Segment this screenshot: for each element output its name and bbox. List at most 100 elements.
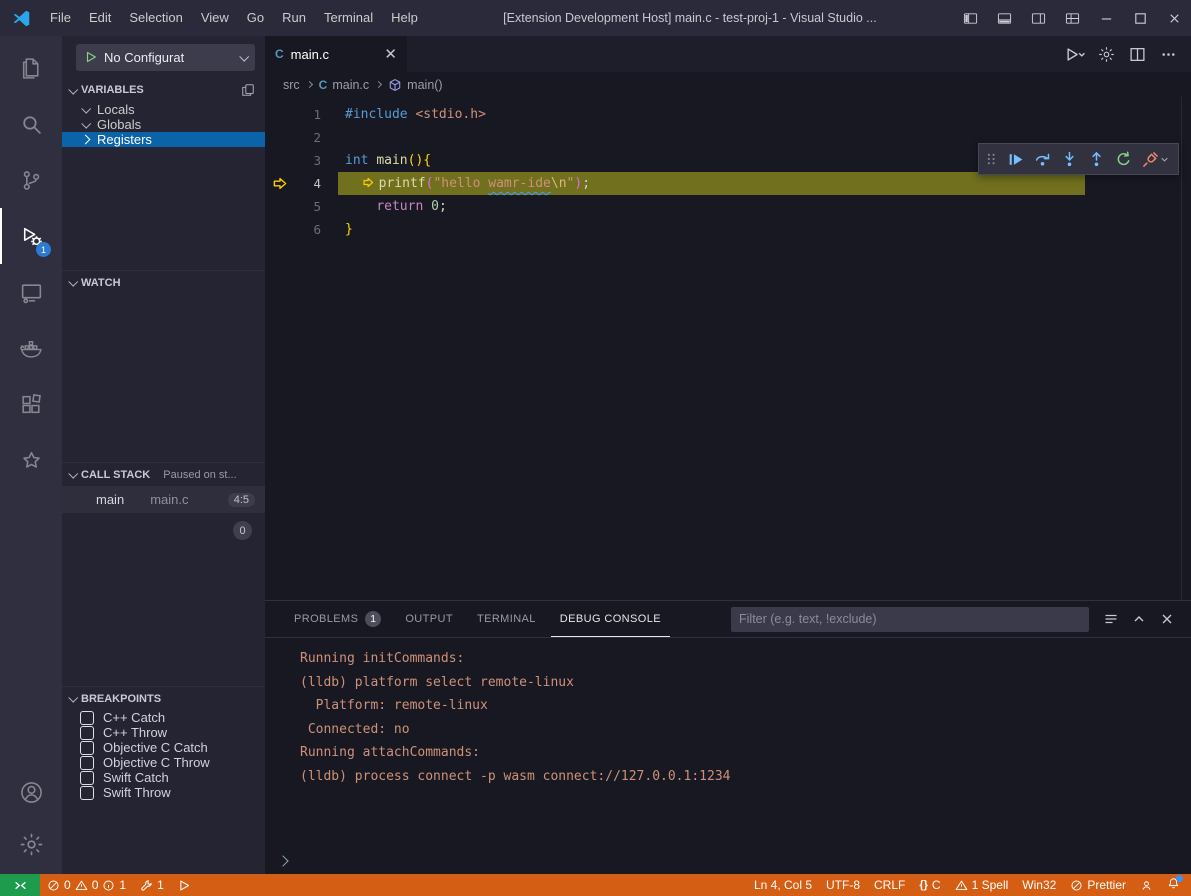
- console-filter-input[interactable]: [739, 612, 1081, 626]
- breakpoints-header[interactable]: BREAKPOINTS: [62, 686, 265, 710]
- toggle-panel-button[interactable]: [987, 0, 1021, 36]
- breakpoint-row-swift-throw[interactable]: Swift Throw: [62, 785, 265, 800]
- restart-button[interactable]: [1111, 147, 1136, 171]
- feedback-status[interactable]: [1133, 874, 1160, 896]
- filter-lines-icon[interactable]: [1103, 611, 1119, 627]
- remote-indicator[interactable]: [0, 874, 40, 896]
- checkbox[interactable]: [80, 741, 94, 755]
- run-or-debug-button[interactable]: [1063, 42, 1088, 67]
- spell-checker-status[interactable]: 1 Spell: [948, 874, 1016, 896]
- menu-run[interactable]: Run: [273, 0, 315, 36]
- panel-tab-problems[interactable]: PROBLEMS1: [285, 601, 390, 637]
- more-actions-button[interactable]: [1156, 42, 1181, 67]
- activity-search[interactable]: [0, 96, 62, 152]
- maximize-button[interactable]: [1123, 0, 1157, 36]
- step-out-button[interactable]: [1084, 147, 1109, 171]
- copy-icon[interactable]: [241, 83, 255, 97]
- debug-console-prompt[interactable]: [265, 848, 1191, 874]
- maximize-panel-icon[interactable]: [1131, 611, 1147, 627]
- activity-source-control[interactable]: [0, 152, 62, 208]
- checkbox[interactable]: [80, 786, 94, 800]
- platform-status[interactable]: Win32: [1015, 874, 1063, 896]
- activity-settings[interactable]: [0, 818, 62, 870]
- panel-tab-output[interactable]: OUTPUT: [396, 601, 462, 637]
- tab-close-icon[interactable]: ✕: [384, 47, 397, 62]
- checkbox[interactable]: [80, 771, 94, 785]
- cursor-position[interactable]: Ln 4, Col 5: [747, 874, 819, 896]
- variables-row-locals[interactable]: Locals: [62, 102, 265, 117]
- activity-run-and-debug[interactable]: 1: [0, 208, 62, 264]
- gutter-glyph-margin[interactable]: [265, 195, 295, 218]
- launch-status[interactable]: [171, 874, 198, 896]
- menu-selection[interactable]: Selection: [120, 0, 191, 36]
- encoding-status[interactable]: UTF-8: [819, 874, 867, 896]
- breakpoint-row-swift-catch[interactable]: Swift Catch: [62, 770, 265, 785]
- breakpoint-row-c-catch[interactable]: C++ Catch: [62, 710, 265, 725]
- continue-button[interactable]: [1003, 147, 1028, 171]
- split-editor-button[interactable]: [1125, 42, 1150, 67]
- minimize-button[interactable]: [1089, 0, 1123, 36]
- menu-view[interactable]: View: [192, 0, 238, 36]
- disconnect-button[interactable]: [1138, 147, 1173, 171]
- tasks-status[interactable]: 1: [133, 874, 171, 896]
- toggle-secondary-sidebar-button[interactable]: [1021, 0, 1055, 36]
- code-line-5[interactable]: 5 return 0;: [265, 195, 1191, 218]
- editor-scrollbar[interactable]: [1181, 97, 1191, 600]
- breakpoint-row-objective-c-catch[interactable]: Objective C Catch: [62, 740, 265, 755]
- problems-status[interactable]: 0 0 1: [40, 874, 133, 896]
- variables-header[interactable]: VARIABLES: [62, 78, 265, 102]
- breadcrumb-src[interactable]: src: [283, 78, 300, 92]
- call-stack-header[interactable]: CALL STACK Paused on st...: [62, 462, 265, 486]
- breadcrumb-file[interactable]: Cmain.c: [319, 78, 370, 92]
- gutter-glyph-margin[interactable]: [265, 126, 295, 149]
- toggle-primary-sidebar-button[interactable]: [953, 0, 987, 36]
- menu-terminal[interactable]: Terminal: [315, 0, 382, 36]
- code-line-1[interactable]: 1#include <stdio.h>: [265, 103, 1191, 126]
- close-panel-icon[interactable]: [1159, 611, 1175, 627]
- breakpoint-row-objective-c-throw[interactable]: Objective C Throw: [62, 755, 265, 770]
- activity-explorer[interactable]: [0, 40, 62, 96]
- drag-handle-icon[interactable]: [984, 151, 999, 167]
- activity-extensions[interactable]: [0, 376, 62, 432]
- checkbox[interactable]: [80, 711, 94, 725]
- watch-header[interactable]: WATCH: [62, 270, 265, 294]
- variables-row-globals[interactable]: Globals: [62, 117, 265, 132]
- editor-surface[interactable]: 1#include <stdio.h>23int main(){4 printf…: [265, 97, 1191, 600]
- checkbox[interactable]: [80, 726, 94, 740]
- menu-go[interactable]: Go: [238, 0, 273, 36]
- formatter-status[interactable]: Prettier: [1063, 874, 1133, 896]
- activity-remote-explorer[interactable]: [0, 264, 62, 320]
- tab-main-c[interactable]: C main.c ✕: [265, 36, 407, 72]
- editor-settings-button[interactable]: [1094, 42, 1119, 67]
- variables-row-registers[interactable]: Registers: [62, 132, 265, 147]
- code-line-6[interactable]: 6}: [265, 218, 1191, 241]
- code-line-4[interactable]: 4 printf("hello wamr-ide\n");: [265, 172, 1191, 195]
- activity-docker[interactable]: [0, 320, 62, 376]
- debug-config-select[interactable]: No Configurat: [76, 44, 255, 71]
- breadcrumb-symbol[interactable]: main(): [388, 78, 442, 92]
- wamr-ide-icon: [19, 448, 44, 473]
- gutter-glyph-margin[interactable]: [265, 149, 295, 172]
- close-button[interactable]: [1157, 0, 1191, 36]
- warning-icon: [955, 879, 968, 892]
- panel-tab-debug-console[interactable]: DEBUG CONSOLE: [551, 601, 670, 637]
- step-over-button[interactable]: [1030, 147, 1055, 171]
- eol-status[interactable]: CRLF: [867, 874, 912, 896]
- gutter-glyph-margin[interactable]: [265, 103, 295, 126]
- gutter-glyph-margin[interactable]: [265, 218, 295, 241]
- activity-wamr-ide[interactable]: [0, 432, 62, 488]
- menu-file[interactable]: File: [41, 0, 80, 36]
- stack-frame-row[interactable]: main main.c 4:5: [62, 486, 265, 513]
- gutter-glyph-margin[interactable]: [265, 172, 295, 195]
- menu-edit[interactable]: Edit: [80, 0, 120, 36]
- step-into-button[interactable]: [1057, 147, 1082, 171]
- panel-tab-label: DEBUG CONSOLE: [560, 613, 661, 625]
- language-mode[interactable]: {}C: [912, 874, 947, 896]
- activity-accounts[interactable]: [0, 766, 62, 818]
- panel-tab-terminal[interactable]: TERMINAL: [468, 601, 545, 637]
- menu-help[interactable]: Help: [382, 0, 427, 36]
- notifications-status[interactable]: [1160, 874, 1187, 896]
- customize-layout-button[interactable]: [1055, 0, 1089, 36]
- checkbox[interactable]: [80, 756, 94, 770]
- breakpoint-row-c-throw[interactable]: C++ Throw: [62, 725, 265, 740]
